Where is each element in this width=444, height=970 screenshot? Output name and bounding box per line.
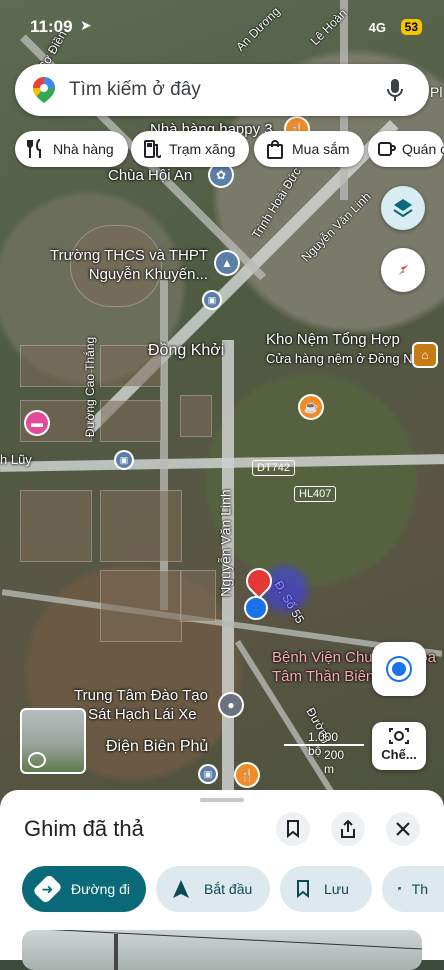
training-line-1: Trung Tâm Đào Tạo xyxy=(74,687,208,704)
school-label[interactable]: Trường THCS và THPT Nguyễn Khuyến... xyxy=(40,246,208,284)
maps-logo-icon xyxy=(33,77,55,103)
microphone-icon[interactable] xyxy=(387,78,403,102)
road-nguyen-van-linh-2: Nguyễn Văn Linh xyxy=(217,489,234,597)
street-view-thumbnail[interactable] xyxy=(20,708,86,774)
camera-button-label: Chế... xyxy=(381,747,417,762)
search-bar[interactable]: Tìm kiếm ở đây xyxy=(15,64,429,116)
photo-pole xyxy=(114,934,118,970)
chip-restaurants-label: Nhà hàng xyxy=(53,141,114,157)
photo-wires xyxy=(22,930,422,950)
flag-icon xyxy=(398,887,402,891)
street-view-icon xyxy=(28,752,46,768)
sheet-drag-handle[interactable] xyxy=(200,798,244,802)
place-photo[interactable] xyxy=(22,930,422,970)
bus-stop-icon-2[interactable]: ▣ xyxy=(116,452,132,468)
shield-hl407: HL407 xyxy=(294,486,337,502)
start-button[interactable]: Bắt đầu xyxy=(156,866,270,912)
scale-meters: 200 m xyxy=(324,748,345,776)
bookmark-outline-icon xyxy=(297,880,309,898)
gas-station-icon xyxy=(141,139,163,159)
chip-coffee-label: Quán cà xyxy=(402,141,444,157)
coffee-pin-icon[interactable]: ☕ xyxy=(300,396,322,418)
store-subtitle: Cửa hàng nệm ở Đồng Nai xyxy=(266,351,423,366)
camera-scan-icon xyxy=(389,728,409,744)
pagoda-pin-icon[interactable]: ✿ xyxy=(210,164,232,186)
chip-restaurants[interactable]: Nhà hàng xyxy=(15,131,128,167)
fork-knife-icon xyxy=(25,139,47,159)
dong-khoi-label: Đồng Khởi xyxy=(148,342,225,359)
bus-stop-icon[interactable]: ▣ xyxy=(204,292,220,308)
store-pin-icon[interactable]: ⌂ xyxy=(414,344,436,366)
sheet-title: Ghim đã thả xyxy=(24,816,144,841)
save-label: Lưu xyxy=(324,881,349,897)
layers-icon xyxy=(393,199,413,218)
close-icon xyxy=(396,822,410,836)
navigation-arrow-icon xyxy=(173,880,189,898)
save-button[interactable]: Lưu xyxy=(280,866,372,912)
chip-gas-label: Trạm xăng xyxy=(169,141,236,157)
location-arrow-icon: ➤ xyxy=(80,17,92,33)
camera-button[interactable]: Chế... xyxy=(372,722,426,770)
pagoda-label[interactable]: Chùa Hội An xyxy=(108,166,192,185)
close-button[interactable] xyxy=(386,812,420,846)
bus-stop-icon-3[interactable]: ▣ xyxy=(200,766,216,782)
network-type: 4G xyxy=(368,20,386,35)
school-label-text: Trường THCS và THPT Nguyễn Khuyến... xyxy=(50,247,208,283)
dien-bien-phu-label: Điện Biên Phủ xyxy=(106,738,209,755)
chip-gas[interactable]: Trạm xăng xyxy=(131,131,250,167)
lay-label: h Lũy xyxy=(0,452,32,467)
more-action-button[interactable]: Th xyxy=(382,866,444,912)
place-bottom-sheet[interactable]: Ghim đã thả ➜ Đường đi Bắt đầu Lưu Th xyxy=(0,790,444,970)
hotel-pin-icon[interactable]: ▬ xyxy=(26,412,48,434)
chip-shopping[interactable]: Mua sắm xyxy=(254,131,364,167)
search-placeholder: Tìm kiếm ở đây xyxy=(69,79,201,100)
road-cao-thang: Đường Cao Thắng xyxy=(83,336,98,438)
training-center-label[interactable]: Trung Tâm Đào Tạo & Sát Hạch Lái Xe xyxy=(74,686,208,724)
bookmark-button[interactable] xyxy=(276,812,310,846)
directions-button[interactable]: ➜ Đường đi xyxy=(22,866,146,912)
bookmark-icon xyxy=(287,820,299,838)
chip-coffee[interactable]: Quán cà xyxy=(368,131,444,167)
school-pin-icon[interactable]: ▲ xyxy=(216,252,238,274)
layers-button[interactable] xyxy=(381,186,425,230)
store-name: Kho Nệm Tổng Hợp xyxy=(266,331,400,348)
shopping-bag-icon xyxy=(264,139,286,159)
my-location-button[interactable] xyxy=(372,642,426,696)
chip-shopping-label: Mua sắm xyxy=(292,141,350,157)
more-action-label: Th xyxy=(411,881,428,897)
battery-level: 53 xyxy=(400,19,422,35)
directions-icon: ➜ xyxy=(32,873,63,905)
compass-icon xyxy=(398,265,408,275)
restaurant-pin-icon-2[interactable]: 🍴 xyxy=(236,764,258,786)
share-icon xyxy=(341,820,355,838)
directions-label: Đường đi xyxy=(70,881,130,897)
status-bar: 11:09 ➤ 4G 53 xyxy=(0,0,444,48)
clock: 11:09 xyxy=(30,17,73,36)
store-label[interactable]: Kho Nệm Tổng Hợp Cửa hàng nệm ở Đồng Nai xyxy=(266,330,423,368)
compass-button[interactable] xyxy=(381,248,425,292)
training-line-2: & Sát Hạch Lái Xe xyxy=(74,706,197,723)
my-location-dot[interactable] xyxy=(244,596,268,620)
location-target-icon xyxy=(392,662,406,676)
offscreen-label: Pl xyxy=(430,84,443,100)
training-pin-icon[interactable]: ● xyxy=(220,694,242,716)
start-label: Bắt đầu xyxy=(204,881,253,897)
coffee-cup-icon xyxy=(378,140,396,158)
share-button[interactable] xyxy=(331,812,365,846)
shield-dt742: DT742 xyxy=(252,460,296,476)
